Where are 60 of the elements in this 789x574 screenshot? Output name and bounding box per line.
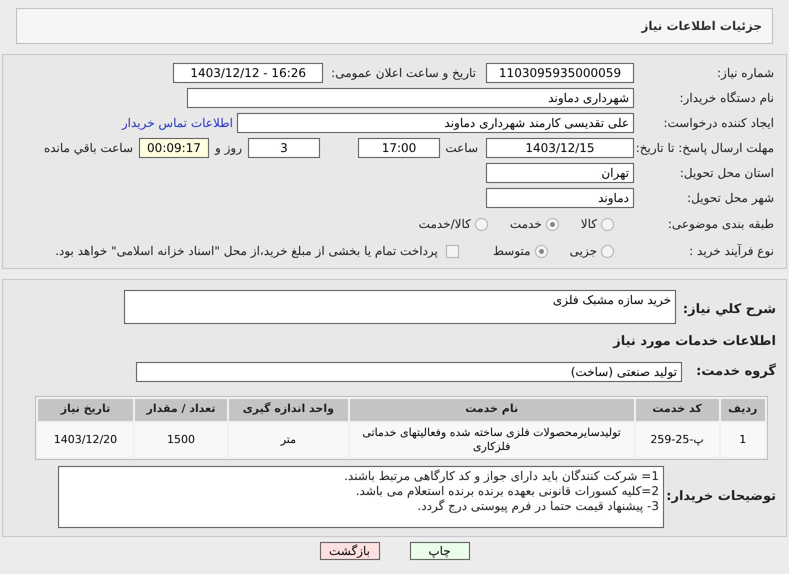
field-label: ساعت باقي مانده: [44, 140, 133, 157]
text-field[interactable]: تولید صنعتی (ساخت): [136, 362, 682, 382]
section-title: اطلاعات خدمات مورد نیاز: [612, 333, 776, 351]
radio-label: متوسط: [492, 243, 531, 260]
radio-label: جزیی: [570, 243, 597, 260]
field-label: روز و: [215, 140, 242, 157]
field-label: مهلت ارسال پاسخ: تا تاریخ:: [634, 140, 774, 156]
text-field[interactable]: شهرداری دماوند: [187, 88, 634, 108]
table-cell: پ-25-259: [636, 422, 718, 456]
checkbox[interactable]: [446, 244, 459, 258]
field-label: طبقه بندی موضوعی:: [666, 216, 774, 233]
note-line: 2=کلیه کسورات قانونی بعهده برنده برنده استعلام می باشد.: [354, 484, 659, 498]
note-line: 1= شرکت کنندگان باید دارای جواز و کد کارگاهی مرتبط باشند.: [343, 468, 659, 484]
notes-textarea[interactable]: 1= شرکت کنندگان باید دارای جواز و کد کارگاهی مرتبط باشند. 2=کلیه کسورات قانونی بعهده برنده برنده استعلام می باشد. 3- پیشنهاد قیمت حتما در فرم پیوستی درج گردد.: [58, 466, 664, 528]
text-field[interactable]: دماوند: [486, 188, 634, 208]
radio-button[interactable]: [601, 218, 614, 230]
table-cell: متر: [229, 422, 348, 456]
radio-label: خدمت: [510, 216, 542, 233]
text-field[interactable]: 00:09:17: [139, 138, 209, 158]
field-label: شرح کلي نیاز:: [682, 301, 776, 319]
field-label: توضیحات خریدار:: [665, 488, 776, 506]
text-field[interactable]: 1403/12/12 - 16:26: [173, 63, 324, 83]
column-header: کد خدمت: [636, 398, 718, 420]
text-field[interactable]: 17:00: [358, 138, 440, 158]
field-label: شماره نیاز:: [716, 65, 774, 82]
field-label: گروه خدمت:: [695, 362, 776, 381]
field-label: تاریخ و ساعت اعلان عمومی:: [331, 65, 476, 82]
column-header: نام خدمت: [350, 398, 634, 420]
field-label: شهر محل تحویل:: [686, 190, 774, 207]
radio-label: کالا/خدمت: [418, 216, 471, 233]
column-header: ردیف: [720, 398, 765, 420]
print-button[interactable]: چاپ: [410, 542, 470, 560]
text-field[interactable]: علی تقدیسی کارمند شهرداری دماوند: [237, 113, 634, 133]
buyer-contact-link[interactable]: اطلاعات تماس خریدار: [122, 114, 233, 132]
text-field[interactable]: 3: [248, 138, 320, 158]
radio-button[interactable]: [534, 244, 548, 258]
radio-button[interactable]: [474, 218, 488, 230]
radio-button[interactable]: [546, 218, 559, 230]
table-cell: 1500: [134, 422, 228, 456]
field-label: پرداخت تمام یا بخشی از مبلغ خرید،از محل "اسناد خزانه اسلامی" خواهد بود.: [55, 243, 438, 260]
page-title: جزئیات اطلاعات نیاز: [641, 18, 762, 35]
radio-label: کالا: [580, 216, 597, 233]
table-cell: تولیدسایرمحصولات فلزی ساخته شده وفعالیتهای خدماتی فلزکاری: [350, 422, 634, 456]
text-field[interactable]: تهران: [486, 163, 634, 183]
field-label: نوع فرآیند خرید :: [688, 243, 774, 260]
field-label: ساعت: [448, 140, 478, 157]
column-header: تاریخ نیاز: [38, 398, 133, 420]
note-line: 3- پیشنهاد قیمت حتما در فرم پیوستی درج گردد.: [416, 498, 659, 514]
table-cell: 1: [720, 422, 765, 456]
back-button[interactable]: بازگشت: [320, 542, 380, 560]
column-header: واحد اندازه گیری: [229, 398, 348, 420]
column-header: تعداد / مقدار: [134, 398, 228, 420]
field-label: نام دستگاه خریدار:: [678, 90, 774, 107]
description-textarea[interactable]: خرید سازه مشبک فلزی: [124, 290, 676, 324]
field-label: استان محل تحویل:: [678, 165, 774, 182]
table-cell: 1403/12/20: [38, 422, 133, 456]
text-field[interactable]: 1403/12/15: [486, 138, 634, 158]
radio-button[interactable]: [601, 244, 614, 258]
field-label: ایجاد کننده درخواست:: [662, 115, 774, 132]
text-field[interactable]: 1103095935000059: [486, 63, 634, 83]
